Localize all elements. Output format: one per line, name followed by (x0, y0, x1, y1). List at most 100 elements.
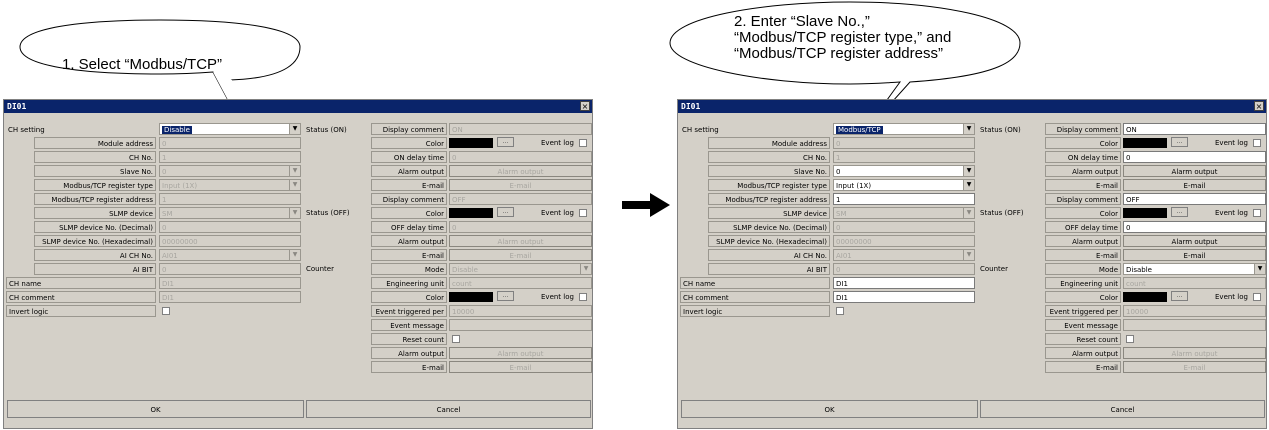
reset-count-checkbox[interactable] (1126, 335, 1134, 343)
ai-bit-field[interactable]: 0 (159, 263, 301, 275)
register-type-value: Input (1X) (162, 182, 198, 190)
mode-select[interactable]: Disable ▼ (1123, 263, 1266, 275)
on-event-log-checkbox[interactable] (1253, 139, 1261, 147)
cnt-color-label: Color (1045, 291, 1121, 303)
invert-logic-checkbox[interactable] (836, 307, 844, 315)
on-color-swatch[interactable] (449, 138, 493, 148)
ai-ch-no-select[interactable]: AI01 ▼ (833, 249, 975, 261)
slave-no-select[interactable]: 0 ▼ (833, 165, 975, 177)
ch-setting-select[interactable]: Disable ▼ (159, 123, 301, 135)
callout-left-text: 1. Select “Modbus/TCP” (62, 56, 223, 73)
off-delay-field[interactable]: 0 (449, 221, 592, 233)
cnt-event-log-checkbox[interactable] (1253, 293, 1261, 301)
on-alarm-output-button[interactable]: Alarm output (449, 165, 592, 177)
on-color-button[interactable]: ... (1171, 137, 1188, 147)
cancel-button[interactable]: Cancel (306, 400, 591, 418)
register-address-field[interactable]: 1 (833, 193, 975, 205)
off-delay-label: OFF delay time (1045, 221, 1121, 233)
chevron-down-icon: ▼ (963, 166, 974, 176)
cnt-email-label: E-mail (1045, 361, 1121, 373)
on-alarm-output-button[interactable]: Alarm output (1123, 165, 1266, 177)
on-delay-field[interactable]: 0 (1123, 151, 1266, 163)
eng-unit-label: Engineering unit (371, 277, 447, 289)
ch-name-field[interactable]: DI1 (159, 277, 301, 289)
close-icon[interactable]: × (1254, 101, 1264, 111)
cancel-button[interactable]: Cancel (980, 400, 1265, 418)
on-color-swatch[interactable] (1123, 138, 1167, 148)
off-color-button[interactable]: ... (1171, 207, 1188, 217)
event-triggered-field[interactable]: 10000 (1123, 305, 1266, 317)
off-delay-field[interactable]: 0 (1123, 221, 1266, 233)
mode-select[interactable]: Disable ▼ (449, 263, 592, 275)
module-address-field[interactable]: 0 (159, 137, 301, 149)
reset-count-label: Reset count (371, 333, 447, 345)
ch-name-field[interactable]: DI1 (833, 277, 975, 289)
cnt-color-swatch[interactable] (1123, 292, 1167, 302)
register-address-label: Modbus/TCP register address (34, 193, 156, 205)
cnt-event-log-checkbox[interactable] (579, 293, 587, 301)
slave-no-select[interactable]: 0 ▼ (159, 165, 301, 177)
ok-button[interactable]: OK (681, 400, 978, 418)
cnt-alarm-output-button[interactable]: Alarm output (1123, 347, 1266, 359)
cnt-color-button[interactable]: ... (497, 291, 514, 301)
eng-unit-field[interactable]: count (449, 277, 592, 289)
register-type-select[interactable]: Input (1X) ▼ (833, 179, 975, 191)
off-event-log-checkbox[interactable] (579, 209, 587, 217)
off-color-swatch[interactable] (1123, 208, 1167, 218)
cnt-color-swatch[interactable] (449, 292, 493, 302)
ch-no-label: CH No. (34, 151, 156, 163)
ch-no-field[interactable]: 1 (833, 151, 975, 163)
slmp-hex-field[interactable]: 00000000 (159, 235, 301, 247)
module-address-field[interactable]: 0 (833, 137, 975, 149)
off-display-comment-field[interactable]: OFF (449, 193, 592, 205)
mode-value: Disable (1126, 266, 1152, 274)
off-email-button[interactable]: E-mail (449, 249, 592, 261)
cnt-alarm-output-button[interactable]: Alarm output (449, 347, 592, 359)
off-event-log-checkbox[interactable] (1253, 209, 1261, 217)
slmp-device-select[interactable]: SM ▼ (833, 207, 975, 219)
off-event-log-label: Event log (541, 209, 574, 217)
on-email-button[interactable]: E-mail (449, 179, 592, 191)
off-display-comment-field[interactable]: OFF (1123, 193, 1266, 205)
status-off-label: Status (OFF) (980, 209, 1024, 217)
event-triggered-field[interactable]: 10000 (449, 305, 592, 317)
ch-name-label: CH name (6, 277, 156, 289)
on-delay-field[interactable]: 0 (449, 151, 592, 163)
off-email-button[interactable]: E-mail (1123, 249, 1266, 261)
off-alarm-output-button[interactable]: Alarm output (449, 235, 592, 247)
ai-bit-field[interactable]: 0 (833, 263, 975, 275)
on-email-label: E-mail (371, 179, 447, 191)
eng-unit-field[interactable]: count (1123, 277, 1266, 289)
on-delay-label: ON delay time (371, 151, 447, 163)
invert-logic-checkbox[interactable] (162, 307, 170, 315)
cnt-color-button[interactable]: ... (1171, 291, 1188, 301)
on-display-comment-field[interactable]: ON (1123, 123, 1266, 135)
ok-button[interactable]: OK (7, 400, 304, 418)
ch-no-field[interactable]: 1 (159, 151, 301, 163)
on-event-log-checkbox[interactable] (579, 139, 587, 147)
ch-setting-select[interactable]: Modbus/TCP ▼ (833, 123, 975, 135)
on-display-comment-field[interactable]: ON (449, 123, 592, 135)
on-email-button[interactable]: E-mail (1123, 179, 1266, 191)
close-icon[interactable]: × (580, 101, 590, 111)
slmp-device-select[interactable]: SM ▼ (159, 207, 301, 219)
register-address-field[interactable]: 1 (159, 193, 301, 205)
event-message-field[interactable] (1123, 319, 1266, 331)
ch-comment-field[interactable]: DI1 (159, 291, 301, 303)
slmp-dec-field[interactable]: 0 (159, 221, 301, 233)
register-type-select[interactable]: Input (1X) ▼ (159, 179, 301, 191)
off-color-swatch[interactable] (449, 208, 493, 218)
ch-comment-field[interactable]: DI1 (833, 291, 975, 303)
slmp-hex-field[interactable]: 00000000 (833, 235, 975, 247)
slmp-dec-field[interactable]: 0 (833, 221, 975, 233)
cnt-email-button[interactable]: E-mail (1123, 361, 1266, 373)
dialog-after: DI01 × CH setting Modbus/TCP ▼ Module add… (677, 99, 1267, 429)
event-message-field[interactable] (449, 319, 592, 331)
off-color-button[interactable]: ... (497, 207, 514, 217)
cnt-email-button[interactable]: E-mail (449, 361, 592, 373)
ai-ch-no-select[interactable]: AI01 ▼ (159, 249, 301, 261)
off-alarm-output-button[interactable]: Alarm output (1123, 235, 1266, 247)
on-color-button[interactable]: ... (497, 137, 514, 147)
on-event-log-label: Event log (541, 139, 574, 147)
reset-count-checkbox[interactable] (452, 335, 460, 343)
